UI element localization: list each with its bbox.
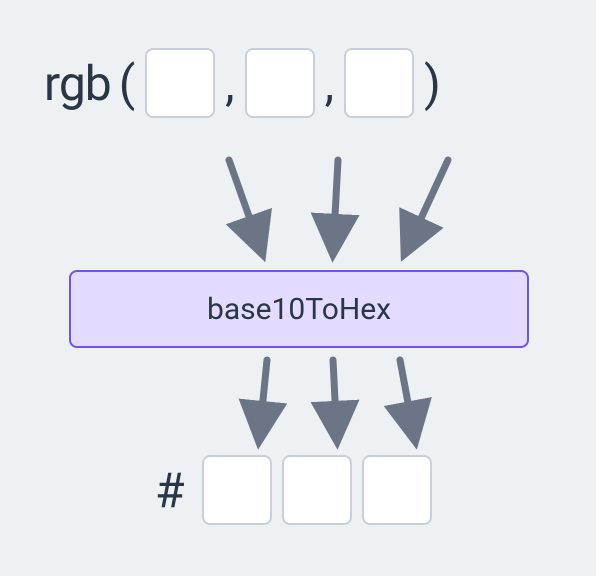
function-box: base10ToHex <box>69 270 529 348</box>
arrow-g-to-fn <box>333 160 338 253</box>
arrow-fn-to-hex2 <box>333 360 337 440</box>
hex-output-1[interactable] <box>202 455 272 525</box>
hash-symbol: # <box>155 462 185 519</box>
arrow-b-to-fn <box>405 160 448 253</box>
open-paren: ( <box>115 55 139 112</box>
rgb-input-row: rgb ( , , ) <box>44 48 445 118</box>
rgb-input-g[interactable] <box>245 48 315 118</box>
arrow-fn-to-hex3 <box>400 360 415 440</box>
function-label: base10ToHex <box>207 292 391 327</box>
comma-1: , <box>221 55 238 112</box>
rgb-input-r[interactable] <box>145 48 215 118</box>
hex-output-2[interactable] <box>282 455 352 525</box>
hex-output-3[interactable] <box>362 455 432 525</box>
arrow-r-to-fn <box>229 160 262 253</box>
rgb-input-b[interactable] <box>344 48 414 118</box>
comma-2: , <box>321 55 338 112</box>
hex-output-row: # <box>155 455 437 525</box>
arrow-fn-to-hex1 <box>259 360 267 440</box>
rgb-label: rgb <box>44 55 111 112</box>
close-paren: ) <box>420 55 445 112</box>
